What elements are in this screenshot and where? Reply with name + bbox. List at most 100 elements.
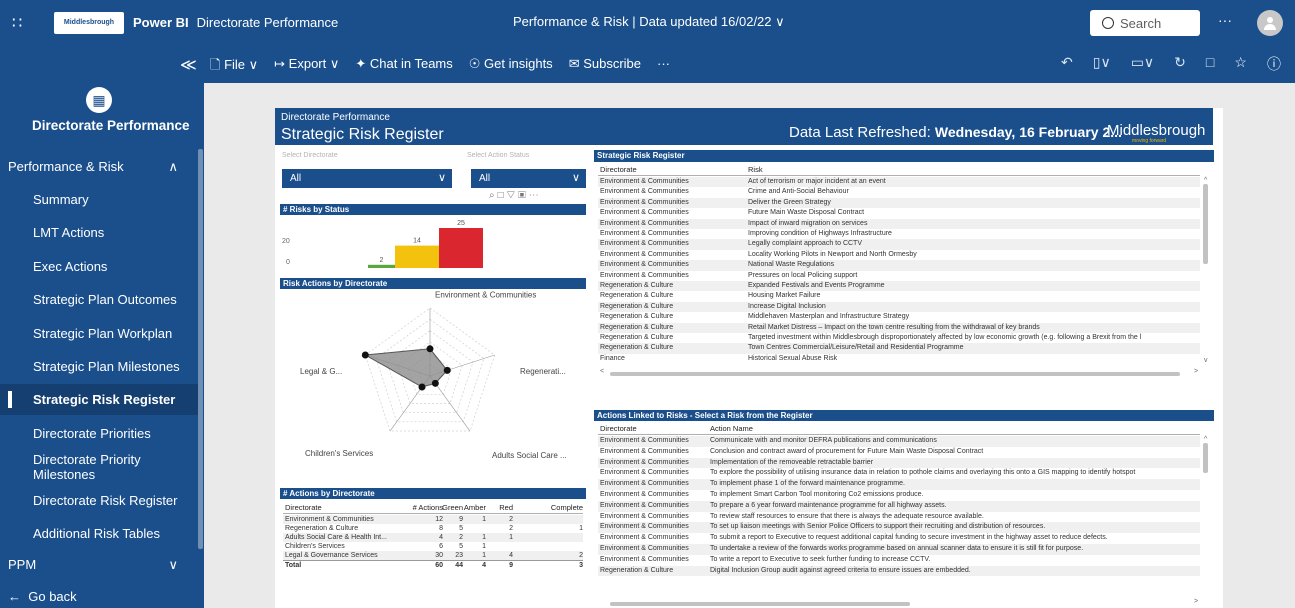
table-row[interactable]: Environment & Communities Improving condi…	[598, 229, 1200, 239]
app-launcher-icon[interactable]: ∷	[12, 13, 34, 33]
more-options-icon[interactable]: ···	[1218, 12, 1232, 28]
scroll-right-icon[interactable]: >	[1194, 598, 1198, 605]
table-row[interactable]: Regeneration & Culture Targeted investmen…	[598, 333, 1200, 343]
table-row[interactable]: Children's Services 6 5 1	[283, 542, 583, 551]
favorite-icon[interactable]: ☆	[1234, 54, 1247, 74]
table-row[interactable]: Environment & Communities Pressures on lo…	[598, 271, 1200, 281]
sidebar-item-exec-actions[interactable]: Exec Actions	[0, 251, 198, 282]
sidebar-item-strategic-plan-workplan[interactable]: Strategic Plan Workplan	[0, 318, 198, 349]
table-row[interactable]: Regeneration & Culture Retail Market Dist…	[598, 322, 1200, 333]
sidebar-item-additional-risk-tables[interactable]: Additional Risk Tables	[0, 518, 198, 549]
vertical-scrollbar[interactable]	[1203, 443, 1208, 473]
filter-icon[interactable]: ▽	[507, 190, 518, 201]
copy-icon[interactable]: □	[498, 190, 507, 201]
linked-actions-table[interactable]: Directorate Action Name Environment & Comm…	[598, 423, 1208, 608]
table-row[interactable]: Regeneration & Culture Middlehaven Master…	[598, 312, 1200, 322]
refresh-icon[interactable]: ↻	[1174, 54, 1186, 74]
radar-point[interactable]	[443, 366, 451, 374]
column-header[interactable]: Action Name	[710, 424, 753, 433]
nav-group-ppm[interactable]: PPM ∨	[0, 557, 190, 572]
comment-icon[interactable]: □	[1206, 54, 1214, 74]
horizontal-scrollbar[interactable]	[610, 372, 1180, 376]
table-row[interactable]: Legal & Governance Services 30 23 1 4 2	[283, 551, 583, 560]
column-header[interactable]: Red	[499, 503, 513, 512]
subscribe-button[interactable]: ✉ Subscribe	[569, 56, 641, 78]
table-row[interactable]: Environment & Communities To review staff…	[598, 512, 1200, 523]
table-row[interactable]: Regeneration & Culture 8 5 2 1	[283, 524, 583, 533]
get-insights-button[interactable]: ☉ Get insights	[469, 56, 553, 78]
search-input[interactable]: Search	[1090, 10, 1200, 36]
export-menu[interactable]: ↦ Export ∨	[274, 56, 339, 78]
scroll-up-icon[interactable]: ^	[1204, 177, 1207, 184]
bar-red[interactable]	[439, 228, 483, 268]
table-row[interactable]: Environment & Communities To set up liais…	[598, 522, 1200, 534]
radar-point[interactable]	[418, 383, 426, 391]
power-bi-label[interactable]: Power BI	[133, 15, 189, 30]
sidebar-item-lmt-actions[interactable]: LMT Actions	[0, 217, 198, 248]
table-row[interactable]: Regeneration & Culture Housing Market Fai…	[598, 291, 1200, 301]
vertical-scrollbar[interactable]	[1203, 184, 1208, 264]
directorate-slicer[interactable]: All ∨	[282, 169, 452, 188]
table-row[interactable]: Environment & Communities Conclusion and …	[598, 447, 1200, 458]
table-row[interactable]: Environment & Communities To write a repo…	[598, 555, 1200, 566]
column-header[interactable]: Complete	[551, 503, 583, 512]
table-row[interactable]: Finance Historical Sexual Abuse Risk	[598, 354, 1200, 364]
table-row[interactable]: Environment & Communities 12 9 1 2	[283, 515, 583, 524]
more-options-icon[interactable]: ⋯	[529, 190, 542, 201]
focus-mode-icon[interactable]: ▣	[518, 190, 529, 201]
scroll-left-icon[interactable]: <	[600, 368, 604, 375]
table-row[interactable]: Environment & Communities Implementation …	[598, 457, 1200, 469]
table-row[interactable]: Adults Social Care & Health Int... 4 2 1 1	[283, 533, 583, 542]
column-header[interactable]: # Actions	[413, 503, 443, 512]
table-row[interactable]: Environment & Communities Deliver the Gre…	[598, 197, 1200, 209]
action-status-slicer[interactable]: All ∨	[471, 169, 586, 188]
collapse-nav-icon[interactable]: ≪	[180, 55, 197, 75]
table-row[interactable]: Environment & Communities To submit a rep…	[598, 533, 1200, 544]
scroll-right-icon[interactable]: >	[1194, 368, 1198, 375]
visual-header-icons[interactable]: ⌕□▽▣⋯	[489, 190, 542, 201]
table-row[interactable]: Environment & Communities To implement ph…	[598, 479, 1200, 490]
column-header[interactable]: Directorate	[600, 165, 637, 174]
bar-green[interactable]	[368, 264, 395, 268]
sidebar-item-directorate-priorities[interactable]: Directorate Priorities	[0, 418, 198, 449]
table-row[interactable]: Environment & Communities To implement Sm…	[598, 490, 1200, 501]
go-back-button[interactable]: ← Go back	[8, 589, 77, 604]
radar-point[interactable]	[431, 379, 439, 387]
sidebar-item-strategic-plan-milestones[interactable]: Strategic Plan Milestones	[0, 351, 198, 382]
table-row[interactable]: Environment & Communities Communicate wit…	[598, 436, 1200, 447]
column-header[interactable]: Risk	[748, 165, 763, 174]
table-row[interactable]: Environment & Communities Future Main Was…	[598, 208, 1200, 218]
sidebar-scrollbar[interactable]	[198, 149, 203, 549]
sidebar-item-strategic-risk-register[interactable]: Strategic Risk Register	[0, 384, 198, 416]
more-toolbar-icon[interactable]: ···	[657, 56, 670, 78]
avatar[interactable]	[1257, 10, 1283, 36]
table-row[interactable]: Regeneration & Culture Expanded Festivals…	[598, 281, 1200, 292]
table-row[interactable]: Environment & Communities To undertake a …	[598, 544, 1200, 555]
org-logo[interactable]: Middlesbrough	[54, 11, 124, 34]
nav-group-performance-risk[interactable]: Performance & Risk ∧	[0, 159, 190, 174]
pin-icon[interactable]: ⌕	[489, 190, 498, 201]
chat-in-teams-button[interactable]: ✦ Chat in Teams	[355, 56, 452, 78]
column-header[interactable]: Green	[442, 503, 463, 512]
bar-amber[interactable]	[395, 245, 439, 268]
sidebar-item-directorate-priority-milestones[interactable]: Directorate Priority Milestones	[0, 451, 198, 482]
table-row[interactable]: Environment & Communities Crime and Anti-…	[598, 187, 1200, 197]
bookmark-icon[interactable]: ▯∨	[1093, 54, 1111, 74]
column-header[interactable]: Directorate	[285, 503, 322, 512]
table-row[interactable]: Regeneration & Culture Increase Digital I…	[598, 301, 1200, 313]
file-menu[interactable]: 🗋 File ∨	[210, 56, 258, 78]
column-header[interactable]: Directorate	[600, 424, 637, 433]
sidebar-item-strategic-plan-outcomes[interactable]: Strategic Plan Outcomes	[0, 284, 198, 315]
table-row[interactable]: Environment & Communities National Waste …	[598, 260, 1200, 271]
table-row[interactable]: Environment & Communities Legally complai…	[598, 239, 1200, 250]
table-row[interactable]: Environment & Communities Act of terroris…	[598, 177, 1200, 188]
view-icon[interactable]: ▭∨	[1131, 54, 1154, 74]
table-row[interactable]: Environment & Communities To prepare a 6 …	[598, 500, 1200, 512]
table-row[interactable]: Environment & Communities Locality Workin…	[598, 250, 1200, 260]
table-row[interactable]: Regeneration & Culture Town Centres Comme…	[598, 343, 1200, 354]
workspace-name[interactable]: Directorate Performance	[197, 15, 339, 30]
report-info[interactable]: Performance & Risk | Data updated 16/02/…	[513, 14, 785, 30]
sidebar-item-directorate-risk-register[interactable]: Directorate Risk Register	[0, 485, 198, 516]
table-row[interactable]: Environment & Communities Impact of inwar…	[598, 218, 1200, 229]
column-header[interactable]: Amber	[464, 503, 486, 512]
